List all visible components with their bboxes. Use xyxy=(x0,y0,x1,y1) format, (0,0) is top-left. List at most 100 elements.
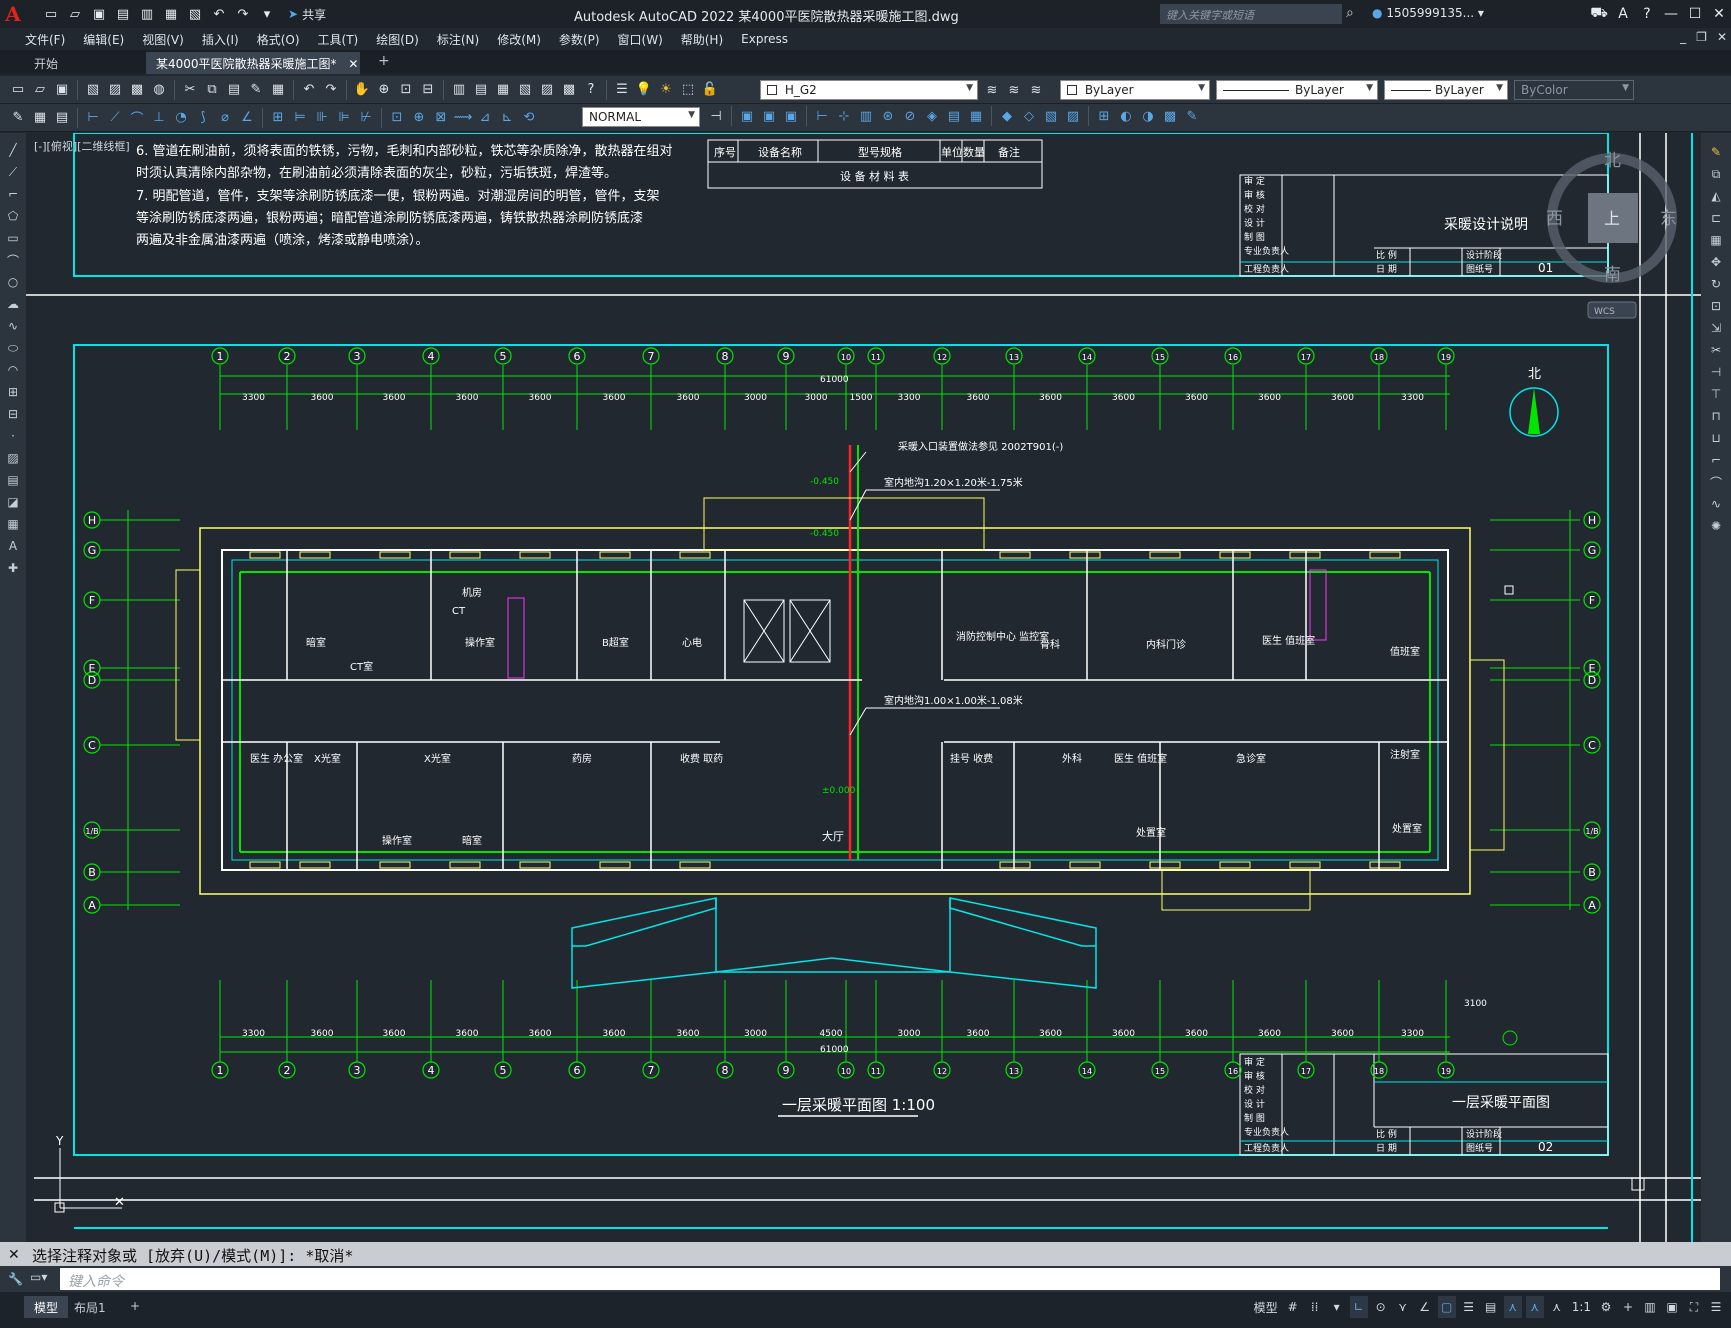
tab-layout1[interactable]: 布局1 xyxy=(64,1296,116,1318)
autodesk-app-icon[interactable]: A xyxy=(1611,0,1635,28)
dim-edit-icon[interactable]: ⊿ xyxy=(475,108,495,128)
menu-view[interactable]: 视图(V) xyxy=(133,31,193,48)
chamfer-icon[interactable]: ⌐ xyxy=(1707,451,1725,469)
tb3-icon-12[interactable]: ◆ xyxy=(997,106,1017,126)
snap-icon[interactable]: ⁞⁞ xyxy=(1306,1296,1324,1318)
trim-icon[interactable]: ✂ xyxy=(1707,341,1725,359)
osnap-icon[interactable]: ▢ xyxy=(1437,1296,1456,1318)
space-icon[interactable]: ⊫ xyxy=(334,108,354,128)
grid-icon[interactable]: # xyxy=(1284,1296,1302,1318)
save-as-icon[interactable]: ▤ xyxy=(114,5,132,23)
diameter-icon[interactable]: ⌀ xyxy=(215,108,235,128)
tb3-icon-18[interactable]: ◑ xyxy=(1138,106,1158,126)
explode-icon[interactable]: ✺ xyxy=(1707,517,1725,535)
design-center-icon[interactable]: ▤ xyxy=(471,80,491,100)
mirror-icon[interactable]: ◭ xyxy=(1707,187,1725,205)
preview-icon[interactable]: ▨ xyxy=(105,80,125,100)
dimstyle-dropdown[interactable]: NORMAL ▼ xyxy=(582,107,700,127)
extend-icon[interactable]: ⊣ xyxy=(1707,363,1725,381)
menu-tools[interactable]: 工具(T) xyxy=(309,31,368,48)
search-icon[interactable]: ⌕ xyxy=(1346,5,1354,21)
tb3-icon-8[interactable]: ⊘ xyxy=(900,106,920,126)
annotation-scale-icon[interactable]: ⋏ xyxy=(1548,1296,1566,1318)
ortho-icon[interactable]: ∟ xyxy=(1349,1296,1368,1318)
layer-on-icon[interactable]: 💡 xyxy=(634,80,654,100)
model-space-label[interactable]: 模型 xyxy=(1252,1296,1280,1318)
hatch-icon[interactable]: ▨ xyxy=(4,449,22,467)
tolerance-icon[interactable]: ⊡ xyxy=(387,108,407,128)
tb3-icon-9[interactable]: ◈ xyxy=(922,106,942,126)
tb3-icon-14[interactable]: ▧ xyxy=(1041,106,1061,126)
copy-icon[interactable]: ⧉ xyxy=(202,80,222,100)
menu-draw[interactable]: 绘图(D) xyxy=(367,31,428,48)
layer-freeze-icon[interactable]: ☀ xyxy=(656,80,676,100)
tb2-icon-1[interactable]: ✎ xyxy=(8,108,28,128)
point-icon[interactable]: · xyxy=(4,427,22,445)
customize-status-icon[interactable]: ☰ xyxy=(1707,1296,1725,1318)
polygon-icon[interactable]: ⬠ xyxy=(4,207,22,225)
tb3-icon-7[interactable]: ⊛ xyxy=(878,106,898,126)
add-layout-icon[interactable]: + xyxy=(120,1296,150,1318)
tb3-icon-10[interactable]: ▤ xyxy=(944,106,964,126)
menu-window[interactable]: 窗口(W) xyxy=(609,31,672,48)
make-block-icon[interactable]: ⊟ xyxy=(4,405,22,423)
publish-icon[interactable]: ▩ xyxy=(127,80,147,100)
dim-update-icon[interactable]: ⟲ xyxy=(519,108,539,128)
layer-previous-icon[interactable]: ≋ xyxy=(1004,80,1024,100)
line-icon[interactable]: ╱ xyxy=(4,141,22,159)
tb3-icon-19[interactable]: ▩ xyxy=(1160,106,1180,126)
break-icon[interactable]: ⊬ xyxy=(356,108,376,128)
osnap-tracking-icon[interactable]: ∠ xyxy=(1416,1296,1434,1318)
tab-model[interactable]: 模型 xyxy=(24,1296,69,1318)
tb3-icon-1[interactable]: ▣ xyxy=(737,106,757,126)
doc-close-icon[interactable]: ✕ xyxy=(1717,30,1727,44)
redo-tb-icon[interactable]: ↷ xyxy=(321,80,341,100)
zoom-previous-icon[interactable]: ⊟ xyxy=(418,80,438,100)
menu-help[interactable]: 帮助(H) xyxy=(672,31,732,48)
customize-icon[interactable]: ▾ xyxy=(258,5,276,23)
save-tb-icon[interactable]: ▣ xyxy=(52,80,72,100)
maximize-icon[interactable]: ☐ xyxy=(1683,0,1707,28)
rectangle-icon[interactable]: ▭ xyxy=(4,229,22,247)
autocad-logo-icon[interactable]: A xyxy=(0,1,26,27)
fillet-icon[interactable]: ⌒ xyxy=(1707,473,1725,491)
jogged-linear-icon[interactable]: ⟿ xyxy=(453,108,473,128)
save-web-icon[interactable]: ▦ xyxy=(162,5,180,23)
blend-icon[interactable]: ∿ xyxy=(1707,495,1725,513)
spline-icon[interactable]: ∿ xyxy=(4,317,22,335)
quick-dim-icon[interactable]: ⊞ xyxy=(268,108,288,128)
tab-start[interactable]: 开始 xyxy=(24,52,68,74)
undo-icon[interactable]: ↶ xyxy=(210,5,228,23)
share-button[interactable]: ➤ 共享 xyxy=(288,6,326,23)
revcloud-icon[interactable]: ☁ xyxy=(4,295,22,313)
calculator-icon[interactable]: ▩ xyxy=(559,80,579,100)
tab-drawing[interactable]: 某4000平医院散热器采暖施工图* ✕ xyxy=(146,52,360,74)
snap-menu-icon[interactable]: ▾ xyxy=(1328,1296,1346,1318)
menu-modify[interactable]: 修改(M) xyxy=(488,31,550,48)
arc-length-icon[interactable]: ⌒ xyxy=(127,108,147,128)
layer-vp-icon[interactable]: ⬚ xyxy=(678,80,698,100)
redo-icon[interactable]: ↷ xyxy=(234,5,252,23)
command-prompt-icon[interactable]: ▭▾ xyxy=(30,1270,47,1284)
copy-object-icon[interactable]: ⧉ xyxy=(1707,165,1725,183)
doc-restore-icon[interactable]: ❐ xyxy=(1696,30,1707,44)
tb3-icon-15[interactable]: ▨ xyxy=(1063,106,1083,126)
help-icon[interactable]: ? xyxy=(1635,0,1659,28)
menu-parametric[interactable]: 参数(P) xyxy=(550,31,609,48)
help-tb-icon[interactable]: ? xyxy=(581,80,601,100)
circle-icon[interactable]: ○ xyxy=(4,273,22,291)
color-dropdown[interactable]: ByLayer ▼ xyxy=(1060,80,1210,100)
new-tab-icon[interactable]: + xyxy=(378,53,390,69)
doc-minimize-icon[interactable]: _ xyxy=(1680,30,1686,44)
plot-icon[interactable]: ▧ xyxy=(186,5,204,23)
minimize-icon[interactable]: — xyxy=(1659,0,1683,28)
polar-icon[interactable]: ⊙ xyxy=(1372,1296,1390,1318)
linear-dim-icon[interactable]: ⊢ xyxy=(83,108,103,128)
sheet-set-icon[interactable]: ▧ xyxy=(515,80,535,100)
print-icon[interactable]: ▧ xyxy=(83,80,103,100)
baseline-icon[interactable]: ⊨ xyxy=(290,108,310,128)
tb3-icon-5[interactable]: ⊹ xyxy=(834,106,854,126)
move-icon[interactable]: ✥ xyxy=(1707,253,1725,271)
mtext-icon[interactable]: A xyxy=(4,537,22,555)
clean-screen-icon[interactable]: ⛶ xyxy=(1685,1296,1703,1318)
